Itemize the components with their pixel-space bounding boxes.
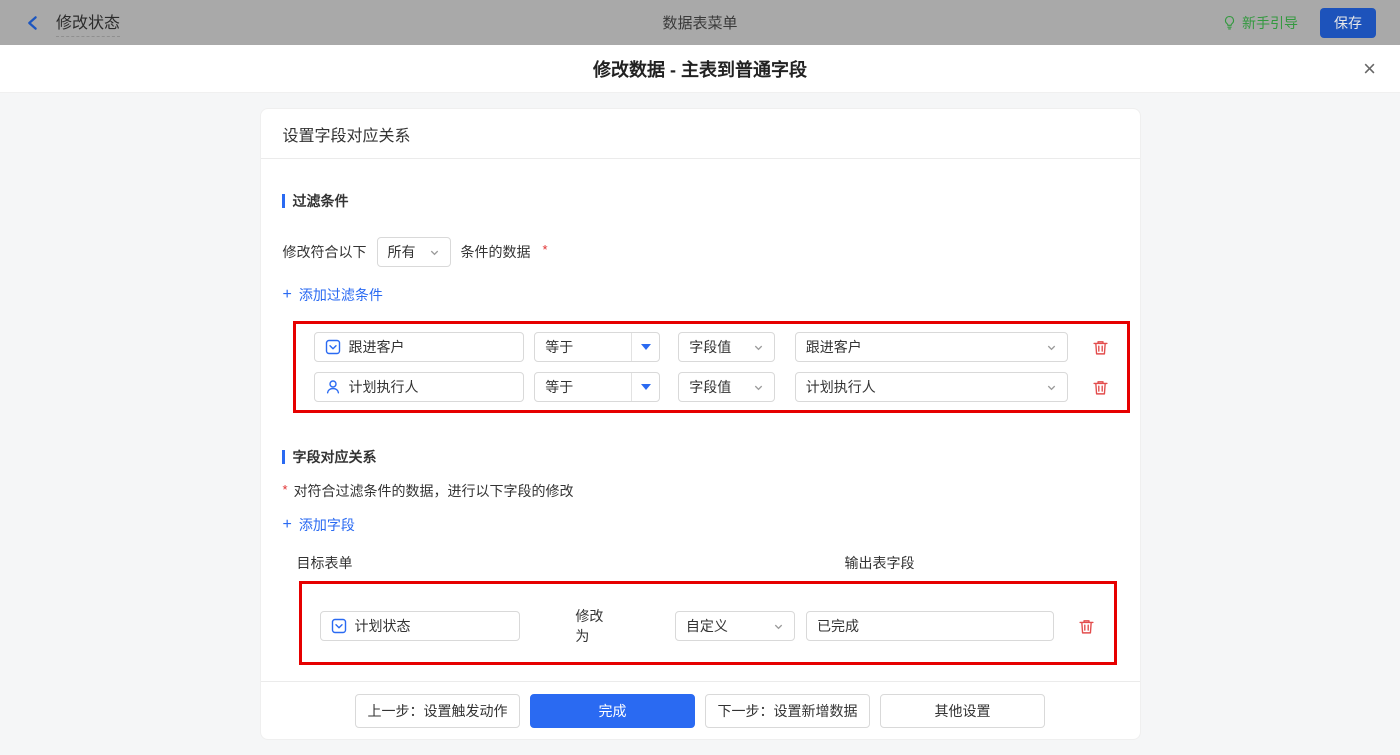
modal-title: 修改数据 - 主表到普通字段 [593, 59, 807, 80]
settings-card: 设置字段对应关系 过滤条件 修改符合以下 所有 条件的数据 * + 添加过滤条件… [259, 108, 1141, 740]
required-asterisk: * [282, 481, 288, 497]
modal-body: 设置字段对应关系 过滤条件 修改符合以下 所有 条件的数据 * + 添加过滤条件… [0, 93, 1400, 755]
match-suffix-label: 条件的数据 [460, 244, 531, 260]
mapping-column-headers: 目标表单 输出表字段 [297, 553, 1140, 573]
workflow-title[interactable]: 修改状态 [56, 9, 121, 37]
chevron-down-icon [429, 247, 440, 258]
other-settings-button[interactable]: 其他设置 [880, 693, 1045, 728]
delete-row-button[interactable] [1092, 339, 1109, 356]
chevron-down-icon [753, 342, 764, 353]
trash-icon [1092, 379, 1109, 396]
match-condition-row: 修改符合以下 所有 条件的数据 * [283, 237, 1140, 267]
lightbulb-icon [1222, 15, 1237, 30]
operator-select[interactable]: 等于 [534, 332, 661, 362]
match-mode-select[interactable]: 所有 [376, 237, 451, 267]
app-title: 数据表菜单 [662, 15, 738, 32]
filter-section-label: 过滤条件 [292, 193, 349, 209]
add-field-link[interactable]: + 添加字段 [283, 515, 355, 535]
user-field-icon [325, 379, 341, 395]
filter-field-select[interactable]: 计划执行人 [313, 372, 525, 402]
mapping-section-label: 字段对应关系 [292, 449, 377, 465]
prev-step-button[interactable]: 上一步：设置触发动作 [355, 693, 520, 728]
trash-icon [1078, 618, 1095, 635]
mapping-row: 计划状态 修改为 自定义 [319, 606, 1096, 646]
value-select[interactable]: 计划执行人 [794, 372, 1068, 402]
trash-icon [1092, 339, 1109, 356]
card-footer: 上一步：设置触发动作 完成 下一步：设置新增数据 其他设置 [260, 681, 1140, 739]
modal-header: 修改数据 - 主表到普通字段 × [0, 45, 1400, 93]
target-form-column-header: 目标表单 [296, 555, 353, 571]
filter-section-title: 过滤条件 [281, 191, 1140, 211]
value-type-select[interactable]: 字段值 [678, 332, 775, 362]
chevron-down-icon [1046, 382, 1057, 393]
filter-row: 计划执行人 等于 字段值 计划执行人 [313, 372, 1109, 402]
chevron-down-icon [753, 382, 764, 393]
section-bar [281, 450, 285, 464]
chevron-down-icon [1046, 342, 1057, 353]
chevron-left-icon [24, 14, 42, 32]
beginner-guide-label: 新手引导 [1242, 14, 1298, 31]
close-icon[interactable]: × [1363, 57, 1376, 80]
chevron-down-icon [773, 621, 784, 632]
select-field-icon [331, 618, 347, 634]
caret-down-icon[interactable] [631, 373, 659, 401]
add-filter-condition-link[interactable]: + 添加过滤条件 [283, 285, 383, 305]
next-step-button[interactable]: 下一步：设置新增数据 [705, 693, 870, 728]
plus-icon: + [282, 516, 292, 533]
filter-rows-highlight-box: 跟进客户 等于 字段值 跟进客户 计划执行人 等于 字段值 计划执行人 [292, 321, 1130, 413]
done-button[interactable]: 完成 [530, 693, 695, 728]
section-bar [281, 194, 285, 208]
required-asterisk: * [542, 241, 548, 257]
match-prefix-label: 修改符合以下 [282, 244, 367, 260]
back-button[interactable] [24, 14, 42, 32]
mapping-rows-highlight-box: 计划状态 修改为 自定义 [298, 581, 1117, 665]
mapping-section-title: 字段对应关系 [281, 447, 1140, 467]
modify-mode-select[interactable]: 自定义 [674, 611, 795, 641]
output-field-column-header: 输出表字段 [844, 555, 915, 571]
mapping-description: * 对符合过滤条件的数据，进行以下字段的修改 [282, 481, 574, 500]
delete-row-button[interactable] [1092, 379, 1109, 396]
filter-row: 跟进客户 等于 字段值 跟进客户 [313, 332, 1109, 362]
filter-field-select[interactable]: 跟进客户 [313, 332, 525, 362]
operator-select[interactable]: 等于 [534, 372, 661, 402]
delete-row-button[interactable] [1078, 618, 1095, 635]
modify-to-label: 修改为 [575, 608, 604, 644]
value-select[interactable]: 跟进客户 [794, 332, 1068, 362]
target-field-select[interactable]: 计划状态 [319, 611, 521, 641]
card-header-title: 设置字段对应关系 [260, 109, 1140, 159]
value-type-select[interactable]: 字段值 [678, 372, 775, 402]
select-field-icon [325, 339, 341, 355]
plus-icon: + [282, 286, 292, 303]
topbar: 修改状态 数据表菜单 新手引导 保存 [0, 0, 1400, 45]
save-button[interactable]: 保存 [1320, 7, 1376, 38]
custom-value-input[interactable] [805, 611, 1055, 641]
beginner-guide-link[interactable]: 新手引导 [1222, 13, 1298, 33]
caret-down-icon[interactable] [631, 333, 659, 361]
